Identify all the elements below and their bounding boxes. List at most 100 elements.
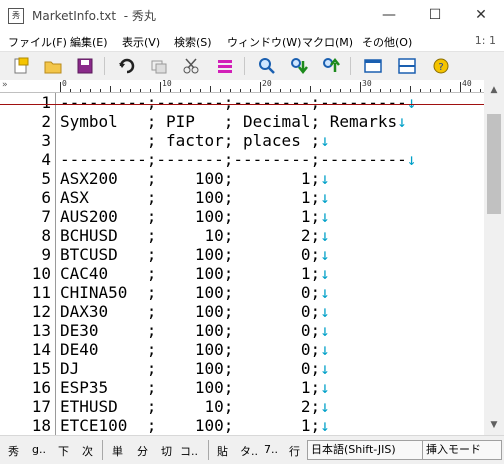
encoding-indicator[interactable]: 日本語(Shift-JIS) (307, 440, 423, 460)
text-line[interactable]: ASX ; 100; 1;↓ (60, 188, 330, 207)
text-line[interactable]: BTCUSD ; 100; 0;↓ (60, 245, 330, 264)
text-line[interactable]: ---------;-------;--------;---------↓ (60, 93, 416, 112)
ruler-number: 40 (462, 79, 472, 88)
open-folder-icon[interactable] (44, 57, 62, 75)
toolbar-separator (104, 57, 105, 75)
text-line[interactable]: CAC40 ; 100; 1;↓ (60, 264, 330, 283)
status-item[interactable]: 行 (289, 443, 300, 459)
copy-icon[interactable] (150, 57, 168, 75)
status-item[interactable]: 次 (82, 443, 93, 459)
line-number[interactable]: 6 (0, 188, 51, 207)
menu-file[interactable]: ファイル(F) (8, 34, 67, 50)
text-line[interactable]: Symbol ; PIP ; Decimal; Remarks↓ (60, 112, 407, 131)
ruler-tick (300, 89, 301, 92)
menu-view[interactable]: 表示(V) (122, 34, 160, 50)
text-line[interactable]: BCHUSD ; 10; 2;↓ (60, 226, 330, 245)
newline-marker-icon: ↓ (406, 93, 417, 112)
text-line-content: DE40 ; 100; 0; (60, 340, 321, 359)
line-number[interactable]: 7 (0, 207, 51, 226)
paste-icon[interactable] (216, 57, 234, 75)
menu-edit[interactable]: 編集(E) (70, 34, 108, 50)
text-editor[interactable]: ---------;-------;--------;---------↓ Sym… (56, 93, 484, 435)
search-icon[interactable] (258, 57, 276, 75)
menu-search[interactable]: 検索(S) (174, 34, 212, 50)
line-number[interactable]: 14 (0, 340, 51, 359)
new-file-icon[interactable] (12, 57, 30, 75)
line-number[interactable]: 11 (0, 283, 51, 302)
text-line[interactable]: ETCE100 ; 100; 1;↓ (60, 416, 330, 435)
text-line[interactable]: ASX200 ; 100; 1;↓ (60, 169, 330, 188)
text-line-content: CHINA50 ; 100; 0; (60, 283, 321, 302)
newline-marker-icon: ↓ (320, 416, 330, 435)
line-number[interactable]: 1 (0, 93, 51, 112)
ruler-tick (330, 89, 331, 92)
line-number[interactable]: 8 (0, 226, 51, 245)
undo-icon[interactable] (118, 57, 136, 75)
status-item[interactable]: コ.. (180, 443, 198, 459)
menu-window[interactable]: ウィンドウ(W) (227, 34, 301, 50)
text-line[interactable]: ESP35 ; 100; 1;↓ (60, 378, 330, 397)
hidemaru-app-icon[interactable]: 秀 (8, 8, 24, 24)
split-icon[interactable] (398, 57, 416, 75)
ruler-tick (310, 86, 311, 92)
minimize-button[interactable]: — (366, 0, 412, 31)
line-number[interactable]: 2 (0, 112, 51, 131)
line-number[interactable]: 12 (0, 302, 51, 321)
text-line[interactable]: ---------;-------;--------;---------↓ (60, 150, 416, 169)
ruler-tick (120, 89, 121, 92)
line-number[interactable]: 5 (0, 169, 51, 188)
text-line[interactable]: DE40 ; 100; 0;↓ (60, 340, 330, 359)
status-separator (102, 440, 103, 460)
line-number[interactable]: 13 (0, 321, 51, 340)
close-button[interactable]: ✕ (458, 0, 504, 31)
maximize-button[interactable]: ☐ (412, 0, 458, 31)
text-line-content: ---------;-------;--------;--------- (60, 93, 407, 112)
line-number[interactable]: 10 (0, 264, 51, 283)
menu-other[interactable]: その他(O) (362, 34, 412, 50)
status-item[interactable]: 秀 (8, 443, 19, 459)
newline-marker-icon: ↓ (320, 207, 330, 226)
insert-mode-indicator[interactable]: 挿入モード (422, 440, 502, 460)
search-up-icon[interactable] (322, 57, 340, 75)
ruler-tick (130, 89, 131, 92)
text-line[interactable]: CHINA50 ; 100; 0;↓ (60, 283, 330, 302)
status-item[interactable]: 単 (112, 443, 123, 459)
ruler-tick (360, 82, 361, 92)
help-icon[interactable]: ? (432, 57, 450, 75)
line-number[interactable]: 18 (0, 416, 51, 435)
status-item[interactable]: タ.. (240, 443, 258, 459)
newline-marker-icon: ↓ (406, 150, 417, 169)
line-number[interactable]: 3 (0, 131, 51, 150)
text-line[interactable]: DJ ; 100; 0;↓ (60, 359, 330, 378)
save-icon[interactable] (76, 57, 94, 75)
newline-marker-icon: ↓ (320, 188, 330, 207)
line-number[interactable]: 4 (0, 150, 51, 169)
vertical-scrollbar[interactable]: ▲ ▼ (484, 80, 504, 435)
status-item[interactable]: 分 (137, 443, 148, 459)
text-line[interactable]: ; factor; places ;↓ (60, 131, 330, 150)
text-line[interactable]: ETHUSD ; 10; 2;↓ (60, 397, 330, 416)
search-down-icon[interactable] (290, 57, 308, 75)
status-item[interactable]: 下 (58, 443, 69, 459)
line-number[interactable]: 9 (0, 245, 51, 264)
status-item[interactable]: 貼 (217, 443, 228, 459)
status-item[interactable]: g.. (32, 443, 46, 456)
scroll-up-arrow-icon[interactable]: ▲ (484, 80, 504, 100)
menu-macro[interactable]: マクロ(M) (302, 34, 353, 50)
line-number[interactable]: 16 (0, 378, 51, 397)
text-line[interactable]: DAX30 ; 100; 0;↓ (60, 302, 330, 321)
window-icon[interactable] (364, 57, 382, 75)
line-number[interactable]: 17 (0, 397, 51, 416)
scroll-down-arrow-icon[interactable]: ▼ (484, 415, 504, 435)
status-item[interactable]: 7.. (264, 443, 278, 456)
newline-marker-icon: ↓ (320, 397, 330, 416)
text-line[interactable]: DE30 ; 100; 0;↓ (60, 321, 330, 340)
cut-icon[interactable] (182, 57, 200, 75)
ruler-tick (80, 89, 81, 92)
status-item[interactable]: 切 (161, 443, 172, 459)
scroll-thumb[interactable] (487, 114, 501, 214)
ruler-tick (270, 89, 271, 92)
ruler-tick (170, 89, 171, 92)
text-line[interactable]: AUS200 ; 100; 1;↓ (60, 207, 330, 226)
line-number[interactable]: 15 (0, 359, 51, 378)
